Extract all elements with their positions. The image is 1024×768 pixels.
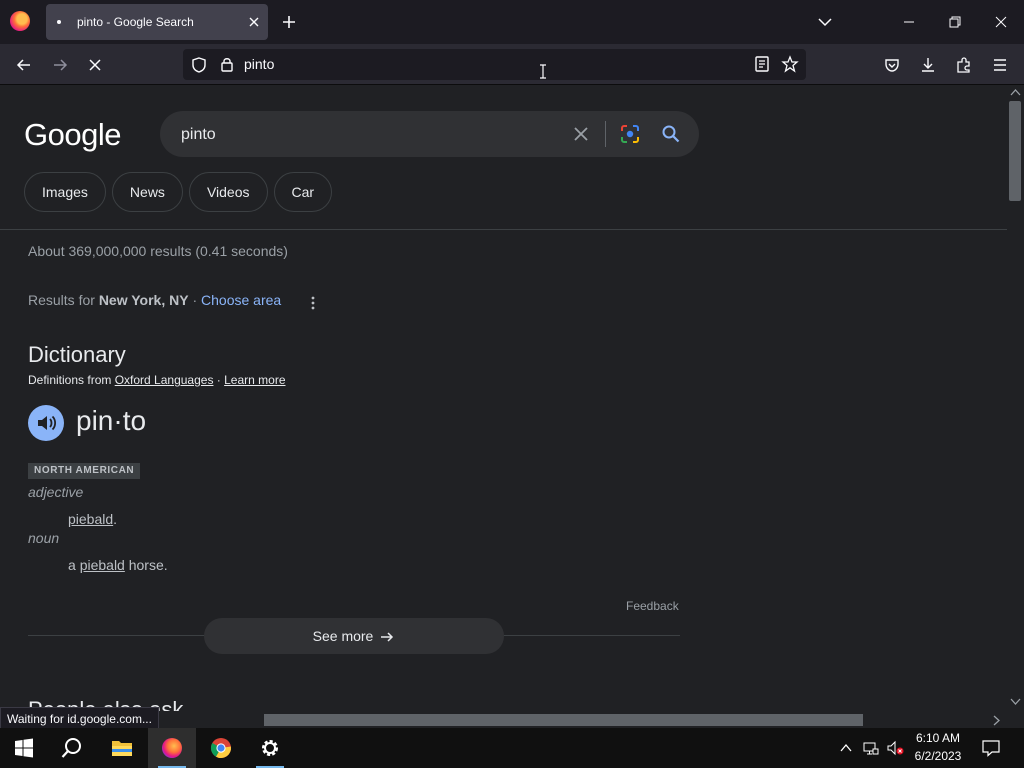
scroll-right-icon[interactable] <box>993 715 1001 726</box>
back-arrow-icon[interactable] <box>15 56 33 74</box>
definition: piebald. <box>68 511 117 527</box>
taskbar: 6:10 AM 6/2/2023 <box>0 728 1024 768</box>
star-icon[interactable] <box>781 55 799 73</box>
clock-time[interactable]: 6:10 AM <box>904 731 972 745</box>
download-icon[interactable] <box>919 56 937 74</box>
status-bar: Waiting for id.google.com... <box>0 707 159 729</box>
definition-prefix: a <box>68 557 80 573</box>
learn-more-link[interactable]: Learn more <box>224 373 285 387</box>
close-window-icon[interactable] <box>991 12 1011 32</box>
header-divider <box>0 229 1007 230</box>
notification-icon[interactable] <box>982 739 1000 757</box>
lock-icon[interactable] <box>218 55 236 73</box>
chip-car[interactable]: Car <box>273 172 333 212</box>
tab-active[interactable]: pinto - Google Search <box>46 4 268 40</box>
feedback-link[interactable]: Feedback <box>626 599 679 613</box>
firefox-icon[interactable] <box>10 11 30 31</box>
definition-suffix: horse. <box>124 557 168 573</box>
chip-images[interactable]: Images <box>24 172 106 212</box>
firefox-icon <box>162 738 182 758</box>
search-divider <box>605 121 606 147</box>
headword: pin·to <box>76 405 147 436</box>
chip-news[interactable]: News <box>111 172 183 212</box>
taskbar-firefox[interactable] <box>148 728 196 768</box>
horizontal-scroll-thumb[interactable] <box>264 714 863 726</box>
tab-strip: pinto - Google Search <box>0 0 1024 44</box>
gear-icon <box>262 740 278 756</box>
taskbar-settings[interactable] <box>246 728 294 768</box>
web-page: Google pinto Images News Videos Car Abou… <box>0 85 1007 711</box>
oxford-languages-link[interactable]: Oxford Languages <box>115 373 214 387</box>
vertical-scrollbar[interactable] <box>1007 85 1024 711</box>
see-more-button[interactable]: See more <box>204 618 504 654</box>
forward-arrow-icon[interactable] <box>51 56 69 74</box>
pronunciation-button[interactable] <box>28 405 64 441</box>
google-lens-icon[interactable] <box>620 124 640 144</box>
location-separator: · <box>188 292 202 308</box>
clock-date[interactable]: 6/2/2023 <box>904 749 972 763</box>
definition-link[interactable]: piebald <box>80 557 125 573</box>
taskbar-search-button[interactable] <box>48 728 96 768</box>
stop-icon[interactable] <box>86 56 104 74</box>
pocket-icon[interactable] <box>883 56 901 74</box>
location-place: New York, NY <box>98 292 189 308</box>
result-stats: About 369,000,000 results (0.41 seconds) <box>28 243 288 259</box>
search-box[interactable]: pinto <box>160 111 699 157</box>
address-bar[interactable]: pinto <box>183 49 806 80</box>
navigation-toolbar: pinto <box>0 44 1024 85</box>
definition: a piebald horse. <box>68 557 168 573</box>
search-filter-chips: Images News Videos Car <box>24 172 333 212</box>
puzzle-icon[interactable] <box>955 56 973 74</box>
definition-link[interactable]: piebald <box>68 511 113 527</box>
search-icon <box>61 738 81 758</box>
screen: pinto - Google Search pinto Google pinto <box>0 0 1024 768</box>
chip-videos[interactable]: Videos <box>188 172 268 212</box>
chevron-down-icon[interactable] <box>817 14 833 30</box>
file-explorer-icon <box>112 741 132 756</box>
see-more-label: See more <box>312 628 374 644</box>
url-text: pinto <box>244 56 275 72</box>
part-of-speech: adjective <box>28 484 84 500</box>
vertical-scroll-thumb[interactable] <box>1009 101 1021 201</box>
shield-icon[interactable] <box>190 56 208 74</box>
dictionary-title: Dictionary <box>28 342 126 367</box>
more-vertical-icon[interactable] <box>310 296 316 310</box>
close-icon[interactable] <box>246 14 262 30</box>
plus-icon[interactable] <box>280 13 298 31</box>
windows-start-icon <box>15 738 33 758</box>
search-input[interactable]: pinto <box>181 126 216 144</box>
start-button[interactable] <box>0 728 48 768</box>
speaker-icon <box>38 415 57 431</box>
definition-suffix: . <box>113 511 118 527</box>
location-line: Results for New York, NY · Choose area <box>28 292 281 308</box>
restore-icon[interactable] <box>945 12 965 32</box>
source-prefix: Definitions from <box>28 373 115 387</box>
taskbar-file-explorer[interactable] <box>98 728 146 768</box>
scroll-up-icon[interactable] <box>1010 88 1021 96</box>
region-badge: NORTH AMERICAN <box>28 463 141 479</box>
network-icon[interactable] <box>863 740 879 756</box>
minimize-icon[interactable] <box>899 12 919 32</box>
part-of-speech: noun <box>28 530 60 546</box>
dictionary-source: Definitions from Oxford Languages · Lear… <box>28 373 286 387</box>
close-icon[interactable] <box>572 125 590 143</box>
choose-area-link[interactable]: Choose area <box>201 292 281 308</box>
arrow-right-icon <box>381 632 394 642</box>
loading-indicator <box>57 20 61 24</box>
taskbar-chrome[interactable] <box>197 728 245 768</box>
location-prefix: Results for <box>28 292 99 308</box>
chevron-up-icon[interactable] <box>840 742 852 754</box>
tab-title: pinto - Google Search <box>77 15 194 29</box>
source-separator: · <box>213 373 225 387</box>
google-logo[interactable]: Google <box>24 117 121 153</box>
volume-muted-icon[interactable] <box>886 740 904 756</box>
search-icon[interactable] <box>661 124 681 144</box>
chrome-icon <box>210 738 232 759</box>
hamburger-menu-icon[interactable] <box>991 56 1009 74</box>
scroll-down-icon[interactable] <box>1010 698 1021 706</box>
reader-view-icon[interactable] <box>753 55 771 73</box>
text-cursor-icon <box>540 64 546 79</box>
